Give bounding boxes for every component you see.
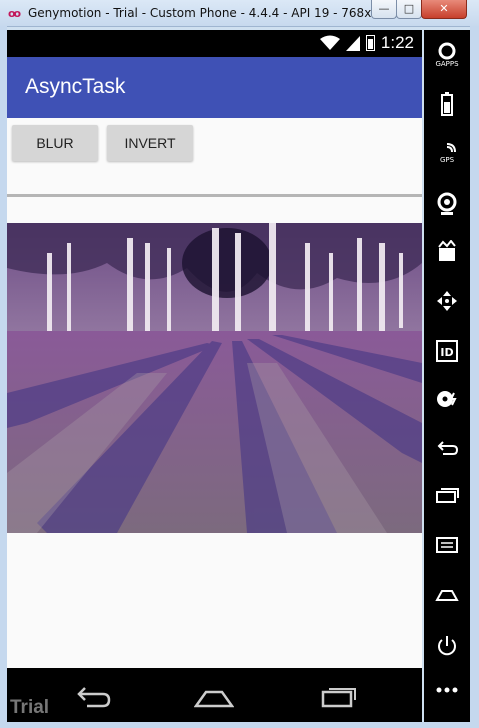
close-button[interactable]: ✕ — [421, 0, 467, 19]
remote-control-icon[interactable] — [428, 286, 466, 326]
minimize-button[interactable]: — — [371, 0, 397, 19]
nav-back-icon[interactable] — [73, 680, 113, 710]
gapps-icon[interactable]: GAPPS — [428, 38, 466, 78]
phone-screen: 1:22 AsyncTask BLUR INVERT — [7, 30, 422, 668]
genymotion-toolbar: GAPPS GPS ID — [424, 30, 470, 722]
window-border-left — [0, 26, 7, 728]
maximize-button[interactable]: □ — [396, 0, 422, 19]
battery-icon[interactable] — [428, 88, 466, 128]
window-titlebar: oo Genymotion - Trial - Custom Phone - 4… — [0, 0, 479, 27]
app-bar: AsyncTask — [7, 57, 422, 118]
nav-home-icon[interactable] — [194, 680, 234, 710]
window-title: Genymotion - Trial - Custom Phone - 4.4.… — [28, 6, 406, 20]
recent-apps-icon[interactable] — [428, 482, 466, 522]
media-volume-icon[interactable] — [428, 384, 466, 424]
trial-watermark: Trial — [10, 697, 50, 718]
home-icon[interactable] — [428, 582, 466, 622]
svg-text:ID: ID — [440, 346, 453, 359]
nav-recent-apps-icon[interactable] — [317, 680, 357, 710]
device-id-icon[interactable]: ID — [428, 336, 466, 376]
status-bar: 1:22 — [7, 30, 422, 57]
back-icon[interactable] — [428, 434, 466, 474]
window-border-bottom — [0, 722, 479, 728]
gps-icon[interactable]: GPS — [428, 138, 466, 178]
window-border-right — [470, 26, 479, 728]
webcam-icon[interactable] — [428, 188, 466, 228]
status-time: 1:22 — [380, 33, 414, 52]
genymotion-logo-icon: oo — [8, 7, 21, 20]
signal-icon — [345, 36, 360, 51]
power-icon[interactable] — [428, 630, 466, 670]
app-title: AsyncTask — [25, 75, 126, 98]
wifi-icon — [319, 35, 340, 50]
menu-icon[interactable] — [428, 532, 466, 572]
progress-bar — [7, 194, 422, 197]
inverted-forest-image — [7, 223, 422, 533]
invert-button[interactable]: INVERT — [107, 125, 193, 161]
screencast-icon[interactable] — [428, 236, 466, 276]
more-icon[interactable] — [428, 680, 466, 720]
blur-button[interactable]: BLUR — [12, 125, 98, 161]
navigation-bar — [7, 668, 422, 722]
battery-status-icon — [365, 35, 375, 51]
